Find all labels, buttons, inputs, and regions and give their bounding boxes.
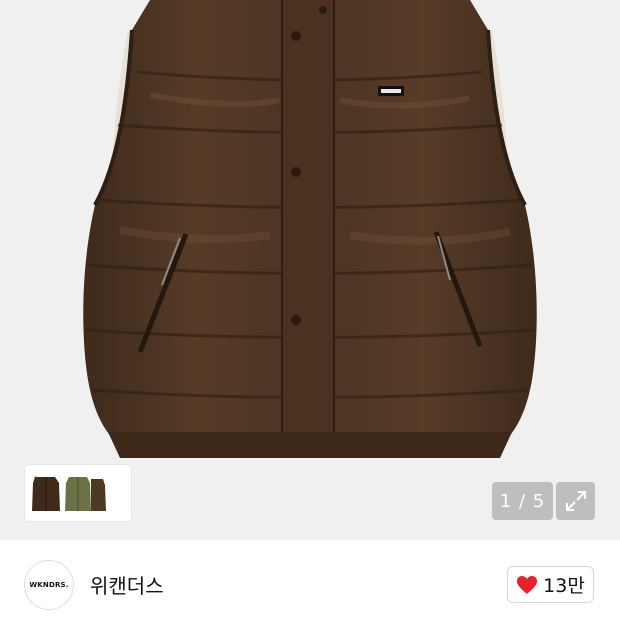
color-thumbnails-button[interactable] — [25, 465, 131, 521]
expand-button[interactable] — [556, 482, 595, 520]
product-image-gallery[interactable]: 1 / 5 — [0, 0, 620, 540]
chevron-right-icon[interactable] — [31, 473, 45, 493]
seller-logo-text: WKNDRS. — [29, 581, 69, 589]
expand-arrows-icon — [565, 491, 586, 511]
seller-name[interactable]: 위캔더스 — [90, 570, 164, 599]
page-indicator: 1 / 5 — [492, 482, 553, 520]
like-button[interactable]: 13만 — [507, 566, 594, 603]
seller-avatar[interactable]: WKNDRS. — [24, 560, 74, 610]
heart-icon — [517, 575, 538, 594]
product-photo-brown-puffer-vest[interactable] — [0, 0, 620, 540]
like-count: 13만 — [543, 575, 585, 597]
